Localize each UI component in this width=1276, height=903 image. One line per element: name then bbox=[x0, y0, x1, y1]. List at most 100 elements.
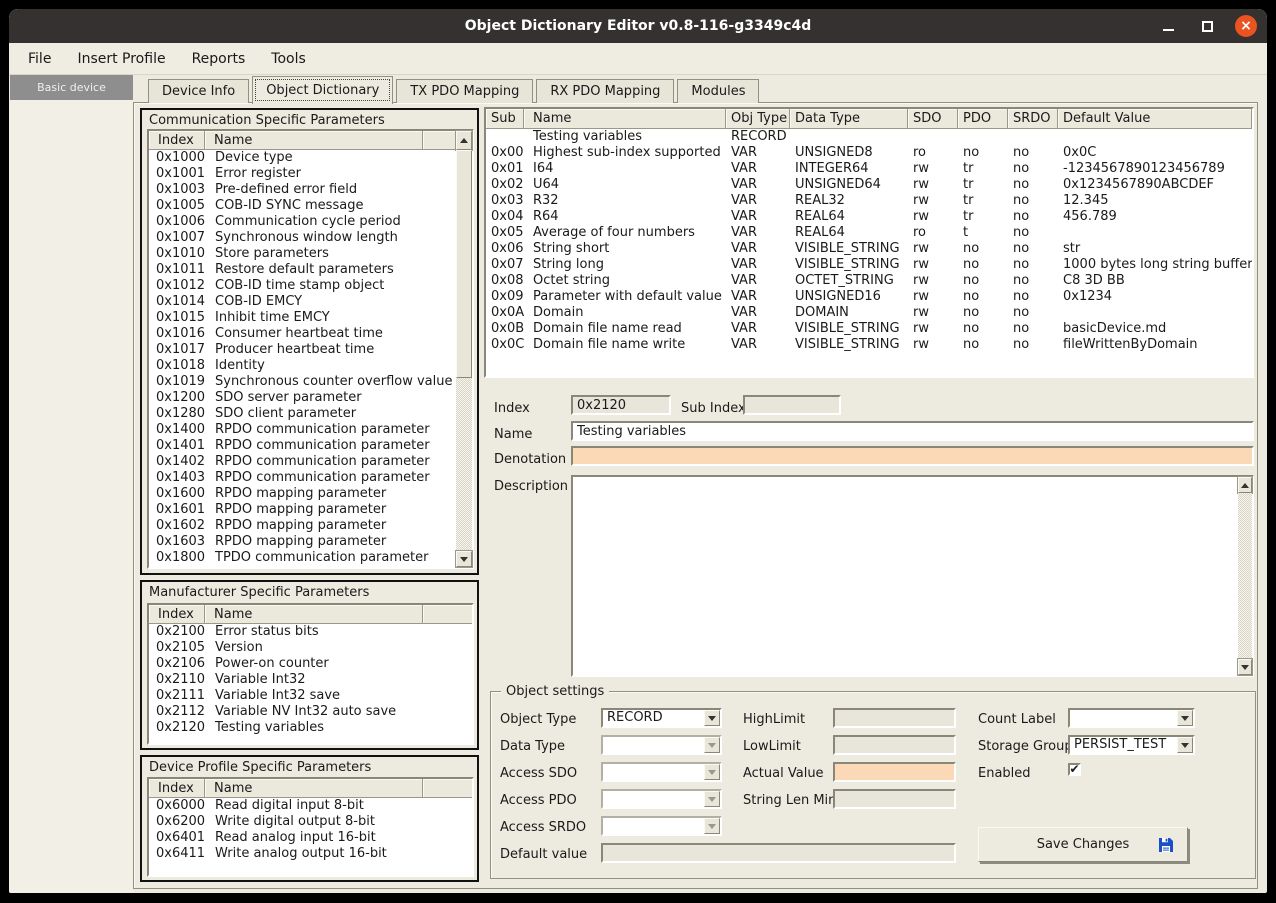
scrollbar-track[interactable] bbox=[456, 378, 472, 551]
scrollbar-thumb[interactable] bbox=[456, 150, 472, 378]
param-row[interactable]: 0x1015Inhibit time EMCY bbox=[149, 310, 456, 326]
param-row[interactable]: 0x1600RPDO mapping parameter bbox=[149, 486, 456, 502]
data-type-combobox[interactable] bbox=[601, 735, 722, 755]
param-row[interactable]: 0x2120Testing variables bbox=[149, 720, 472, 736]
communication-parameter-table: Index Name 0x1000Device type0x1001Error … bbox=[147, 129, 474, 569]
param-row[interactable]: 0x1401RPDO communication parameter bbox=[149, 438, 456, 454]
string-len-min-field[interactable] bbox=[833, 789, 956, 809]
param-row[interactable]: 0x1800TPDO communication parameter bbox=[149, 550, 456, 566]
param-row[interactable]: 0x1019Synchronous counter overflow value bbox=[149, 374, 456, 390]
param-row[interactable]: 0x1402RPDO communication parameter bbox=[149, 454, 456, 470]
subindex-row[interactable]: 0x07String longVARVISIBLE_STRINGrwnono10… bbox=[486, 257, 1252, 273]
subindex-row[interactable]: 0x00Highest sub-index supportedVARUNSIGN… bbox=[486, 145, 1252, 161]
subindex-row[interactable]: 0x02U64VARUNSIGNED64rwtrno0x1234567890AB… bbox=[486, 177, 1252, 193]
menu-file[interactable]: File bbox=[28, 51, 51, 67]
param-row[interactable]: 0x1280SDO client parameter bbox=[149, 406, 456, 422]
tab-tx-pdo-mapping[interactable]: TX PDO Mapping bbox=[396, 79, 533, 103]
param-row[interactable]: 0x1006Communication cycle period bbox=[149, 214, 456, 230]
param-row[interactable]: 0x1403RPDO communication parameter bbox=[149, 470, 456, 486]
param-row[interactable]: 0x2110Variable Int32 bbox=[149, 672, 472, 688]
access-pdo-combobox[interactable] bbox=[601, 789, 722, 809]
param-row[interactable]: 0x1017Producer heartbeat time bbox=[149, 342, 456, 358]
close-button[interactable]: × bbox=[1235, 15, 1257, 37]
param-row[interactable]: 0x6000Read digital input 8-bit bbox=[149, 798, 472, 814]
param-row[interactable]: 0x6200Write digital output 8-bit bbox=[149, 814, 472, 830]
subindex-row[interactable]: 0x09Parameter with default valueVARUNSIG… bbox=[486, 289, 1252, 305]
param-row[interactable]: 0x6411Write analog output 16-bit bbox=[149, 846, 472, 862]
param-row[interactable]: 0x2105Version bbox=[149, 640, 472, 656]
param-row[interactable]: 0x1601RPDO mapping parameter bbox=[149, 502, 456, 518]
subindex-row[interactable]: 0x04R64VARREAL64rwtrno456.789 bbox=[486, 209, 1252, 225]
name-field[interactable] bbox=[571, 421, 1254, 441]
menu-reports[interactable]: Reports bbox=[192, 51, 246, 67]
param-row[interactable]: 0x6401Read analog input 16-bit bbox=[149, 830, 472, 846]
cell: rw bbox=[908, 257, 958, 273]
scroll-down-button[interactable] bbox=[1238, 659, 1252, 675]
maximize-button[interactable] bbox=[1196, 15, 1218, 37]
cell: no bbox=[1008, 321, 1058, 337]
subindex-field[interactable] bbox=[743, 395, 841, 415]
param-row[interactable]: 0x1007Synchronous window length bbox=[149, 230, 456, 246]
subindex-row[interactable]: 0x0ADomainVARDOMAINrwnono bbox=[486, 305, 1252, 321]
cell: COB-ID SYNC message bbox=[205, 198, 456, 214]
chevron-down-icon[interactable] bbox=[1177, 710, 1193, 726]
high-limit-field[interactable] bbox=[833, 708, 956, 728]
tab-modules[interactable]: Modules bbox=[677, 79, 759, 103]
object-type-combobox[interactable]: RECORD bbox=[601, 708, 722, 728]
scroll-down-button[interactable] bbox=[456, 551, 472, 567]
param-row[interactable]: 0x1001Error register bbox=[149, 166, 456, 182]
subindex-row[interactable]: 0x0BDomain file name readVARVISIBLE_STRI… bbox=[486, 321, 1252, 337]
param-row[interactable]: 0x1012COB-ID time stamp object bbox=[149, 278, 456, 294]
count-label-combobox[interactable] bbox=[1068, 708, 1195, 728]
param-row[interactable]: 0x1011Restore default parameters bbox=[149, 262, 456, 278]
param-row[interactable]: 0x1400RPDO communication parameter bbox=[149, 422, 456, 438]
subindex-row[interactable]: 0x0CDomain file name writeVARVISIBLE_STR… bbox=[486, 337, 1252, 353]
minimize-button[interactable] bbox=[1157, 15, 1179, 37]
description-field[interactable] bbox=[571, 475, 1238, 677]
menu-tools[interactable]: Tools bbox=[271, 51, 306, 67]
access-srdo-combobox[interactable] bbox=[601, 816, 722, 836]
param-row[interactable]: 0x1005COB-ID SYNC message bbox=[149, 198, 456, 214]
param-row[interactable]: 0x1003Pre-defined error field bbox=[149, 182, 456, 198]
description-scrollbar[interactable] bbox=[1238, 475, 1254, 677]
menu-insert-profile[interactable]: Insert Profile bbox=[77, 51, 165, 67]
save-changes-button[interactable]: Save Changes bbox=[978, 827, 1188, 862]
param-row[interactable]: 0x1602RPDO mapping parameter bbox=[149, 518, 456, 534]
param-row[interactable]: 0x1603RPDO mapping parameter bbox=[149, 534, 456, 550]
param-row[interactable]: 0x1018Identity bbox=[149, 358, 456, 374]
tab-device-info[interactable]: Device Info bbox=[148, 79, 249, 103]
denotation-field[interactable] bbox=[571, 446, 1254, 466]
tab-object-dictionary[interactable]: Object Dictionary bbox=[252, 76, 393, 104]
param-row[interactable]: 0x1010Store parameters bbox=[149, 246, 456, 262]
scrollbar-track[interactable] bbox=[1238, 493, 1252, 659]
param-row[interactable]: 0x1016Consumer heartbeat time bbox=[149, 326, 456, 342]
sidebar-tab-basic-device[interactable]: Basic device bbox=[10, 75, 133, 100]
subindex-row[interactable]: 0x06String shortVARVISIBLE_STRINGrwnonos… bbox=[486, 241, 1252, 257]
param-row[interactable]: 0x2100Error status bits bbox=[149, 624, 472, 640]
chevron-down-icon[interactable] bbox=[1177, 737, 1193, 753]
storage-group-combobox[interactable]: PERSIST_TEST bbox=[1068, 735, 1195, 755]
tab-rx-pdo-mapping[interactable]: RX PDO Mapping bbox=[536, 79, 674, 103]
param-row[interactable]: 0x2106Power-on counter bbox=[149, 656, 472, 672]
subindex-row[interactable]: 0x05Average of four numbersVARREAL64rotn… bbox=[486, 225, 1252, 241]
param-row[interactable]: 0x1000Device type bbox=[149, 150, 456, 166]
param-row[interactable]: 0x2112Variable NV Int32 auto save bbox=[149, 704, 472, 720]
subindex-row[interactable]: 0x01I64VARINTEGER64rwtrno-12345678901234… bbox=[486, 161, 1252, 177]
access-sdo-combobox[interactable] bbox=[601, 762, 722, 782]
param-row[interactable]: 0x1200SDO server parameter bbox=[149, 390, 456, 406]
subindex-row[interactable]: 0x03R32VARREAL32rwtrno12.345 bbox=[486, 193, 1252, 209]
cell: Restore default parameters bbox=[205, 262, 456, 278]
param-row[interactable]: 0x1014COB-ID EMCY bbox=[149, 294, 456, 310]
index-field[interactable] bbox=[571, 395, 671, 415]
enabled-checkbox[interactable]: ✔ bbox=[1068, 763, 1081, 776]
actual-value-field[interactable] bbox=[833, 762, 956, 782]
subindex-row[interactable]: 0x08Octet stringVAROCTET_STRINGrwnonoC8 … bbox=[486, 273, 1252, 289]
subindex-row[interactable]: Testing variablesRECORD bbox=[486, 129, 1252, 145]
param-row[interactable]: 0x2111Variable Int32 save bbox=[149, 688, 472, 704]
chevron-down-icon[interactable] bbox=[704, 710, 720, 726]
scrollbar[interactable] bbox=[456, 150, 472, 567]
scroll-up-button[interactable] bbox=[456, 131, 472, 150]
low-limit-field[interactable] bbox=[833, 735, 956, 755]
default-value-field[interactable] bbox=[601, 843, 956, 863]
scroll-up-button[interactable] bbox=[1238, 477, 1252, 493]
